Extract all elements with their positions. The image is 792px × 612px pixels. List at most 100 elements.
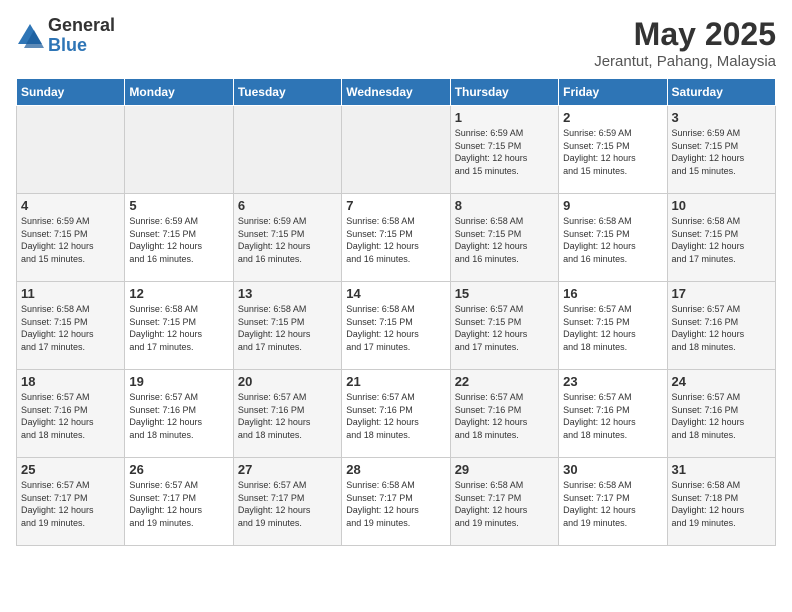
day-number: 15 bbox=[455, 286, 554, 301]
day-number: 22 bbox=[455, 374, 554, 389]
day-info: Sunrise: 6:58 AM Sunset: 7:15 PM Dayligh… bbox=[672, 215, 771, 265]
week-row-2: 4Sunrise: 6:59 AM Sunset: 7:15 PM Daylig… bbox=[17, 194, 776, 282]
day-number: 6 bbox=[238, 198, 337, 213]
day-info: Sunrise: 6:57 AM Sunset: 7:15 PM Dayligh… bbox=[563, 303, 662, 353]
day-cell: 4Sunrise: 6:59 AM Sunset: 7:15 PM Daylig… bbox=[17, 194, 125, 282]
day-number: 21 bbox=[346, 374, 445, 389]
day-info: Sunrise: 6:58 AM Sunset: 7:17 PM Dayligh… bbox=[346, 479, 445, 529]
col-header-monday: Monday bbox=[125, 79, 233, 106]
day-info: Sunrise: 6:59 AM Sunset: 7:15 PM Dayligh… bbox=[672, 127, 771, 177]
day-cell: 11 Sunrise: 6:58 AM Sunset: 7:15 PM Dayli… bbox=[17, 282, 125, 370]
day-number: 16 bbox=[563, 286, 662, 301]
day-number: 9 bbox=[563, 198, 662, 213]
day-info: Sunrise: 6:57 AM Sunset: 7:16 PM Dayligh… bbox=[238, 391, 337, 441]
day-number: 23 bbox=[563, 374, 662, 389]
day-info: Sunrise: 6:58 AM Sunset: 7:15 PM Dayligh… bbox=[346, 215, 445, 265]
day-cell: 22 Sunrise: 6:57 AM Sunset: 7:16 PM Dayli… bbox=[450, 370, 558, 458]
day-info: Sunrise: 6:58 AM Sunset: 7:17 PM Dayligh… bbox=[563, 479, 662, 529]
week-row-3: 11 Sunrise: 6:58 AM Sunset: 7:15 PM Dayli… bbox=[17, 282, 776, 370]
day-number: 27 bbox=[238, 462, 337, 477]
logo-icon bbox=[16, 22, 44, 50]
day-cell: 26 Sunrise: 6:57 AM Sunset: 7:17 PM Dayli… bbox=[125, 458, 233, 546]
day-info: Sunrise: 6:59 AM Sunset: 7:15 PM Dayligh… bbox=[455, 127, 554, 177]
day-info: Sunrise: 6:58 AM Sunset: 7:15 PM Dayligh… bbox=[21, 303, 120, 353]
day-number: 12 bbox=[129, 286, 228, 301]
day-cell: 5Sunrise: 6:59 AM Sunset: 7:15 PM Daylig… bbox=[125, 194, 233, 282]
day-cell: 13Sunrise: 6:58 AM Sunset: 7:15 PM Dayli… bbox=[233, 282, 341, 370]
day-cell: 16 Sunrise: 6:57 AM Sunset: 7:15 PM Dayli… bbox=[559, 282, 667, 370]
day-cell: 23 Sunrise: 6:57 AM Sunset: 7:16 PM Dayli… bbox=[559, 370, 667, 458]
day-cell: 9Sunrise: 6:58 AM Sunset: 7:15 PM Daylig… bbox=[559, 194, 667, 282]
day-number: 8 bbox=[455, 198, 554, 213]
subtitle: Jerantut, Pahang, Malaysia bbox=[594, 53, 776, 70]
day-number: 25 bbox=[21, 462, 120, 477]
day-info: Sunrise: 6:58 AM Sunset: 7:15 PM Dayligh… bbox=[129, 303, 228, 353]
day-number: 17 bbox=[672, 286, 771, 301]
day-info: Sunrise: 6:57 AM Sunset: 7:16 PM Dayligh… bbox=[672, 303, 771, 353]
col-header-tuesday: Tuesday bbox=[233, 79, 341, 106]
day-info: Sunrise: 6:58 AM Sunset: 7:15 PM Dayligh… bbox=[455, 215, 554, 265]
day-cell bbox=[17, 106, 125, 194]
day-info: Sunrise: 6:57 AM Sunset: 7:17 PM Dayligh… bbox=[21, 479, 120, 529]
day-cell: 28 Sunrise: 6:58 AM Sunset: 7:17 PM Dayli… bbox=[342, 458, 450, 546]
day-cell bbox=[342, 106, 450, 194]
week-row-1: 1 Sunrise: 6:59 AM Sunset: 7:15 PM Daylig… bbox=[17, 106, 776, 194]
day-info: Sunrise: 6:59 AM Sunset: 7:15 PM Dayligh… bbox=[563, 127, 662, 177]
header-row: SundayMondayTuesdayWednesdayThursdayFrid… bbox=[17, 79, 776, 106]
day-cell: 12 Sunrise: 6:58 AM Sunset: 7:15 PM Dayli… bbox=[125, 282, 233, 370]
logo-blue: Blue bbox=[48, 36, 115, 56]
day-cell: 18 Sunrise: 6:57 AM Sunset: 7:16 PM Dayli… bbox=[17, 370, 125, 458]
day-number: 31 bbox=[672, 462, 771, 477]
day-number: 24 bbox=[672, 374, 771, 389]
day-info: Sunrise: 6:57 AM Sunset: 7:16 PM Dayligh… bbox=[563, 391, 662, 441]
day-info: Sunrise: 6:57 AM Sunset: 7:16 PM Dayligh… bbox=[21, 391, 120, 441]
day-info: Sunrise: 6:57 AM Sunset: 7:17 PM Dayligh… bbox=[129, 479, 228, 529]
day-cell: 2 Sunrise: 6:59 AM Sunset: 7:15 PM Daylig… bbox=[559, 106, 667, 194]
title-block: May 2025 Jerantut, Pahang, Malaysia bbox=[594, 16, 776, 70]
col-header-saturday: Saturday bbox=[667, 79, 775, 106]
col-header-friday: Friday bbox=[559, 79, 667, 106]
day-cell: 20 Sunrise: 6:57 AM Sunset: 7:16 PM Dayli… bbox=[233, 370, 341, 458]
day-info: Sunrise: 6:57 AM Sunset: 7:17 PM Dayligh… bbox=[238, 479, 337, 529]
week-row-5: 25 Sunrise: 6:57 AM Sunset: 7:17 PM Dayli… bbox=[17, 458, 776, 546]
day-info: Sunrise: 6:57 AM Sunset: 7:15 PM Dayligh… bbox=[455, 303, 554, 353]
day-number: 3 bbox=[672, 110, 771, 125]
week-row-4: 18 Sunrise: 6:57 AM Sunset: 7:16 PM Dayli… bbox=[17, 370, 776, 458]
day-number: 28 bbox=[346, 462, 445, 477]
day-cell: 27 Sunrise: 6:57 AM Sunset: 7:17 PM Dayli… bbox=[233, 458, 341, 546]
day-cell: 6 Sunrise: 6:59 AM Sunset: 7:15 PM Daylig… bbox=[233, 194, 341, 282]
day-number: 30 bbox=[563, 462, 662, 477]
day-number: 20 bbox=[238, 374, 337, 389]
day-cell: 25 Sunrise: 6:57 AM Sunset: 7:17 PM Dayli… bbox=[17, 458, 125, 546]
col-header-wednesday: Wednesday bbox=[342, 79, 450, 106]
day-number: 19 bbox=[129, 374, 228, 389]
day-info: Sunrise: 6:58 AM Sunset: 7:18 PM Dayligh… bbox=[672, 479, 771, 529]
day-info: Sunrise: 6:59 AM Sunset: 7:15 PM Dayligh… bbox=[21, 215, 120, 265]
day-cell bbox=[125, 106, 233, 194]
day-info: Sunrise: 6:57 AM Sunset: 7:16 PM Dayligh… bbox=[455, 391, 554, 441]
day-number: 26 bbox=[129, 462, 228, 477]
day-info: Sunrise: 6:59 AM Sunset: 7:15 PM Dayligh… bbox=[238, 215, 337, 265]
day-cell: 17 Sunrise: 6:57 AM Sunset: 7:16 PM Dayli… bbox=[667, 282, 775, 370]
day-cell: 15 Sunrise: 6:57 AM Sunset: 7:15 PM Dayli… bbox=[450, 282, 558, 370]
day-cell bbox=[233, 106, 341, 194]
day-info: Sunrise: 6:57 AM Sunset: 7:16 PM Dayligh… bbox=[346, 391, 445, 441]
day-cell: 24 Sunrise: 6:57 AM Sunset: 7:16 PM Dayli… bbox=[667, 370, 775, 458]
day-info: Sunrise: 6:57 AM Sunset: 7:16 PM Dayligh… bbox=[672, 391, 771, 441]
day-number: 7 bbox=[346, 198, 445, 213]
day-number: 13 bbox=[238, 286, 337, 301]
day-number: 5 bbox=[129, 198, 228, 213]
day-cell: 29Sunrise: 6:58 AM Sunset: 7:17 PM Dayli… bbox=[450, 458, 558, 546]
day-info: Sunrise: 6:58 AM Sunset: 7:15 PM Dayligh… bbox=[346, 303, 445, 353]
logo-general: General bbox=[48, 16, 115, 36]
calendar-table: SundayMondayTuesdayWednesdayThursdayFrid… bbox=[16, 78, 776, 546]
day-cell: 1 Sunrise: 6:59 AM Sunset: 7:15 PM Daylig… bbox=[450, 106, 558, 194]
logo-text: General Blue bbox=[48, 16, 115, 56]
day-number: 10 bbox=[672, 198, 771, 213]
day-number: 1 bbox=[455, 110, 554, 125]
col-header-thursday: Thursday bbox=[450, 79, 558, 106]
day-number: 18 bbox=[21, 374, 120, 389]
day-number: 2 bbox=[563, 110, 662, 125]
day-number: 11 bbox=[21, 286, 120, 301]
day-cell: 30 Sunrise: 6:58 AM Sunset: 7:17 PM Dayli… bbox=[559, 458, 667, 546]
